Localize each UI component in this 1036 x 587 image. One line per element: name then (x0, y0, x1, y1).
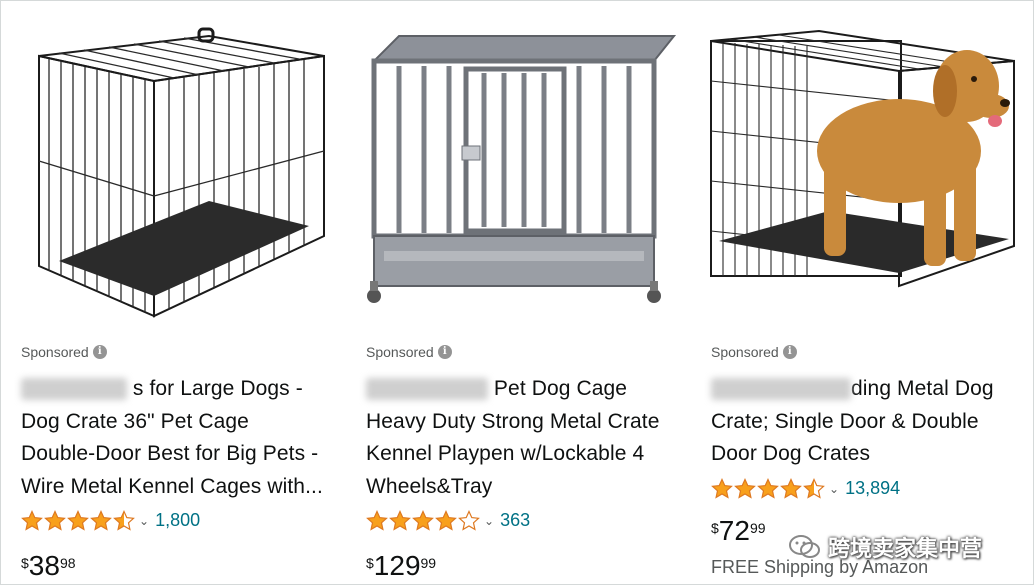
price: $ 38 98 (21, 551, 76, 581)
star-icon (44, 510, 66, 531)
product-title[interactable]: s for Large Dogs - Dog Crate 36" Pet Cag… (21, 373, 343, 503)
star-rating-icon (366, 510, 480, 531)
sponsored-label: Sponsored i (711, 344, 797, 360)
star-rating-icon (21, 510, 135, 531)
wechat-icon (789, 535, 820, 558)
chevron-down-icon[interactable]: ⌄ (829, 482, 839, 496)
product-image-heavy-duty-cage[interactable] (354, 11, 684, 326)
price-symbol: $ (21, 555, 29, 571)
product-image-wire-crate[interactable] (9, 11, 339, 326)
star-icon (458, 510, 480, 531)
product-card: Sponsored i ding Metal Dog Crate; Single… (699, 1, 1034, 586)
star-icon (366, 510, 388, 531)
sponsored-text: Sponsored (366, 344, 434, 360)
star-icon (21, 510, 43, 531)
title-line: s for Large Dogs - (21, 373, 343, 406)
product-title[interactable]: ding Metal Dog Crate; Single Door & Doub… (711, 373, 1033, 471)
title-line: Heavy Duty Strong Metal Crate (366, 409, 660, 433)
star-icon (780, 478, 802, 499)
star-icon (389, 510, 411, 531)
star-icon (90, 510, 112, 531)
product-card: Sponsored i Pet Dog Cage Heavy Duty Stro… (354, 1, 689, 586)
rating-row[interactable]: ⌄ 13,894 (711, 478, 900, 499)
star-icon (67, 510, 89, 531)
info-icon[interactable]: i (782, 345, 797, 359)
price: $ 129 99 (366, 551, 436, 581)
star-icon (734, 478, 756, 499)
title-line: Dog Crate 36" Pet Cage (21, 409, 249, 433)
price: $ 72 99 (711, 516, 766, 546)
review-count[interactable]: 1,800 (155, 510, 200, 531)
title-line: Wire Metal Kennel Cages with... (21, 474, 323, 498)
chevron-down-icon[interactable]: ⌄ (484, 514, 494, 528)
chevron-down-icon[interactable]: ⌄ (139, 514, 149, 528)
watermark-text: 跨境卖家集中营 (828, 536, 983, 561)
product-title[interactable]: Pet Dog Cage Heavy Duty Strong Metal Cra… (366, 373, 688, 503)
info-icon[interactable]: i (92, 345, 107, 359)
price-symbol: $ (366, 555, 374, 571)
sponsored-text: Sponsored (711, 344, 779, 360)
product-image-crate-with-dog[interactable] (699, 11, 1029, 326)
star-rating-icon (711, 478, 825, 499)
product-card: Sponsored i s for Large Dogs - Dog Crate… (9, 1, 344, 586)
title-line: Double-Door Best for Big Pets - (21, 442, 319, 466)
title-line: Kennel Playpen w/Lockable 4 (366, 442, 645, 466)
review-count[interactable]: 363 (500, 510, 530, 531)
sponsored-label: Sponsored i (366, 344, 452, 360)
title-line: ding Metal Dog (711, 373, 1033, 406)
price-fraction: 99 (749, 520, 766, 536)
results-grid: Sponsored i s for Large Dogs - Dog Crate… (0, 0, 1034, 585)
title-line: Crate; Single Door & Double (711, 409, 979, 433)
star-icon (757, 478, 779, 499)
price-whole: 38 (28, 550, 60, 581)
review-count[interactable]: 13,894 (845, 478, 900, 499)
sponsored-label: Sponsored i (21, 344, 107, 360)
rating-row[interactable]: ⌄ 363 (366, 510, 530, 531)
watermark: 跨境卖家集中营 (788, 531, 982, 563)
star-icon (435, 510, 457, 531)
price-fraction: 98 (59, 555, 76, 571)
rating-row[interactable]: ⌄ 1,800 (21, 510, 200, 531)
title-line: Wheels&Tray (366, 474, 493, 498)
price-symbol: $ (711, 520, 719, 536)
star-icon (711, 478, 733, 499)
star-icon (113, 510, 135, 531)
price-whole: 72 (718, 515, 750, 546)
sponsored-text: Sponsored (21, 344, 89, 360)
info-icon[interactable]: i (437, 345, 452, 359)
star-icon (412, 510, 434, 531)
price-fraction: 99 (420, 555, 437, 571)
price-whole: 129 (373, 550, 421, 581)
star-icon (803, 478, 825, 499)
title-line: Pet Dog Cage (366, 373, 688, 406)
title-line: Door Dog Crates (711, 442, 871, 466)
